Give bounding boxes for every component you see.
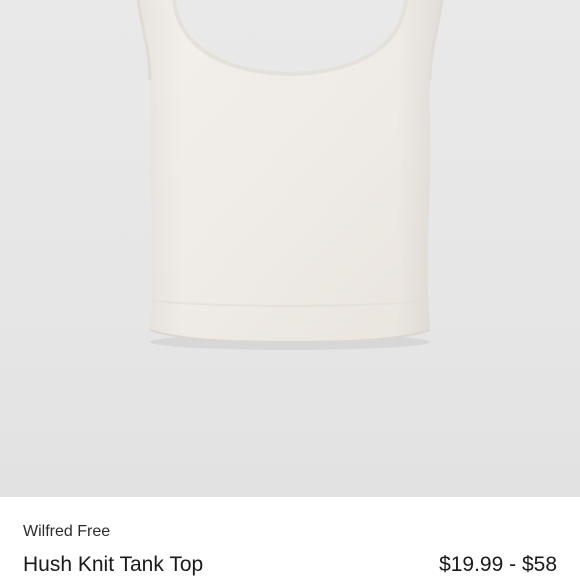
tank-top-illustration	[136, 0, 444, 350]
product-info: Wilfred Free Hush Knit Tank Top $19.99 -…	[0, 497, 580, 580]
price-range: $19.99 - $58	[439, 553, 557, 576]
product-card[interactable]: Wilfred Free Hush Knit Tank Top $19.99 -…	[0, 0, 580, 580]
brand-name[interactable]: Wilfred Free	[23, 523, 110, 541]
product-image[interactable]	[0, 0, 580, 497]
product-title[interactable]: Hush Knit Tank Top	[23, 553, 203, 577]
